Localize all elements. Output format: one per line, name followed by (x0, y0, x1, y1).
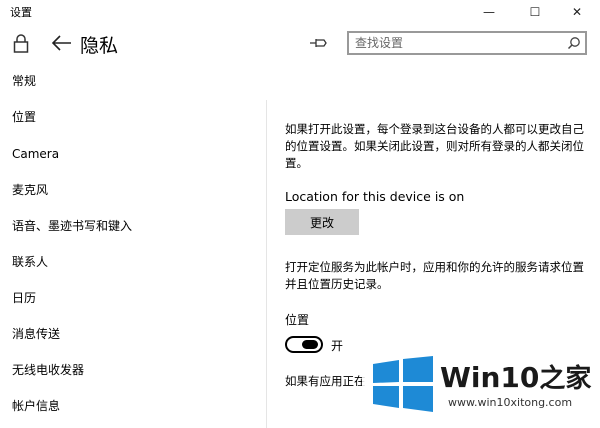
app-location-description: 如果有应用正在 (285, 374, 366, 388)
location-service-description: 打开定位服务为此帐户时，应用和你的允许的服务请求位置并且位置历史记录。 (285, 260, 584, 291)
sidebar-item-calendar[interactable]: 日历 (0, 283, 230, 313)
minimize-icon: — (483, 5, 495, 19)
back-arrow-icon[interactable] (50, 34, 72, 52)
lock-icon (13, 34, 29, 53)
location-device-description: 如果打开此设置，每个登录到这台设备的人都可以更改自己的位置设置。如果关闭此设置，… (285, 122, 584, 170)
change-button[interactable]: 更改 (285, 209, 359, 235)
sidebar-item-radios[interactable]: 无线电收发器 (0, 355, 230, 385)
title-bar: 设置 — ☐ ✕ (0, 0, 600, 24)
pin-icon[interactable] (309, 35, 329, 51)
page-title: 隐私 (80, 35, 119, 57)
watermark-brand-suffix: 之家 (539, 364, 592, 394)
search-box[interactable] (347, 31, 587, 55)
location-status-text: Location for this device is on (285, 189, 465, 204)
windows-logo-icon (373, 356, 433, 412)
minimize-button[interactable]: — (466, 0, 512, 24)
watermark-brand: Win10之家 (440, 358, 591, 395)
sidebar-item-general[interactable]: 常规 (0, 66, 230, 96)
sidebar-item-microphone[interactable]: 麦克风 (0, 175, 230, 205)
maximize-button[interactable]: ☐ (512, 0, 558, 24)
search-input[interactable] (355, 33, 555, 53)
panel-divider (266, 100, 267, 428)
sidebar-item-contacts[interactable]: 联系人 (0, 247, 230, 277)
close-icon: ✕ (571, 5, 583, 19)
location-toggle[interactable] (285, 336, 323, 353)
app-title: 设置 (10, 6, 32, 19)
location-toggle-label: 开 (331, 339, 344, 353)
close-button[interactable]: ✕ (554, 0, 600, 24)
sidebar-item-messaging[interactable]: 消息传送 (0, 319, 230, 349)
sidebar: 常规 位置 Camera 麦克风 语音、墨迹书写和键入 联系人 日历 消息传送 … (0, 62, 230, 428)
sidebar-item-account-info[interactable]: 帐户信息 (0, 391, 230, 421)
location-section-heading: 位置 (285, 313, 310, 327)
sidebar-item-speech-inking[interactable]: 语音、墨迹书写和键入 (0, 211, 230, 241)
toggle-knob (302, 340, 318, 349)
maximize-icon: ☐ (529, 5, 541, 19)
watermark-brand-prefix: Win10 (440, 361, 540, 394)
watermark-url: www.win10xitong.com (448, 396, 573, 409)
sidebar-item-location[interactable]: 位置 (0, 102, 230, 132)
sidebar-item-camera[interactable]: Camera (0, 139, 230, 169)
search-icon[interactable] (567, 36, 581, 50)
